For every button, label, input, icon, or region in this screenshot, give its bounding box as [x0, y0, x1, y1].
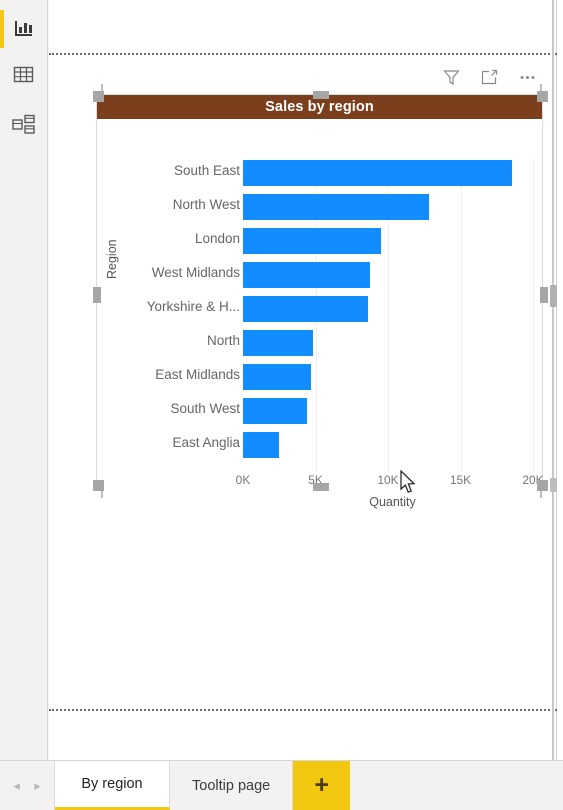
bar[interactable]	[243, 432, 279, 458]
model-relationships-icon	[12, 114, 36, 136]
bar-row[interactable]: North West	[97, 194, 542, 220]
bar-row[interactable]: North	[97, 330, 542, 356]
category-label: North	[206, 333, 240, 348]
resize-handle-top[interactable]	[313, 91, 329, 99]
bar-chart-icon	[13, 18, 35, 40]
bar[interactable]	[243, 228, 381, 254]
power-bi-report-window: Sales by region Region South East North W…	[0, 0, 563, 810]
canvas-vertical-scrollbar[interactable]	[549, 0, 557, 760]
tab-next-arrow-icon[interactable]: ▸	[34, 778, 41, 794]
plus-icon: +	[314, 771, 329, 799]
x-tick-label: 0K	[235, 473, 251, 487]
filter-funnel-icon[interactable]	[440, 66, 462, 88]
bar[interactable]	[243, 364, 311, 390]
page-tab-tooltip-page[interactable]: Tooltip page	[170, 761, 294, 810]
category-label: East Midlands	[155, 367, 240, 382]
bar-chart-visual[interactable]: Sales by region Region South East North W…	[93, 91, 548, 509]
scrollbar-thumb[interactable]	[550, 285, 557, 307]
category-label: East Anglia	[172, 435, 240, 450]
x-tick-label: 10K	[377, 473, 399, 487]
resize-handle-left[interactable]	[93, 287, 101, 303]
bar-row[interactable]: South West	[97, 398, 542, 424]
focus-mode-icon[interactable]	[478, 66, 500, 88]
scrollbar-track	[552, 0, 554, 760]
tabbar-spacer	[350, 761, 563, 810]
bar-row[interactable]: South East	[97, 160, 542, 186]
sidebar-item-model-view[interactable]	[0, 100, 48, 150]
category-label: London	[194, 231, 240, 246]
bar-rows: South East North West London West Midlands Y…	[97, 119, 542, 458]
bar-row[interactable]: West Midlands	[97, 262, 542, 288]
bar[interactable]	[243, 398, 307, 424]
tab-prev-arrow-icon[interactable]: ◂	[13, 778, 20, 794]
category-label: North West	[172, 197, 240, 212]
more-options-ellipsis-icon[interactable]	[516, 66, 538, 88]
bar-row[interactable]: Yorkshire & H...	[97, 296, 542, 322]
category-label: South East	[173, 163, 240, 178]
bar-row[interactable]: East Anglia	[97, 432, 542, 458]
bar[interactable]	[243, 330, 313, 356]
page-tab-bar: ◂ ▸ By region Tooltip page +	[0, 760, 563, 810]
category-label: Yorkshire & H...	[146, 299, 240, 314]
canvas-right-gutter	[557, 0, 563, 760]
resize-handle-top-right[interactable]	[537, 91, 548, 102]
scrollbar-thumb-secondary[interactable]	[550, 478, 557, 492]
visual-header-toolbar	[440, 66, 538, 88]
bar[interactable]	[243, 262, 370, 288]
page-tabs: By region Tooltip page	[55, 761, 294, 810]
resize-handle-bottom-right[interactable]	[537, 480, 548, 491]
bar[interactable]	[243, 160, 512, 186]
sidebar-item-report-view[interactable]	[0, 4, 48, 54]
sidebar-item-data-view[interactable]	[0, 50, 48, 100]
table-grid-icon	[13, 65, 35, 85]
x-tick-label: 15K	[449, 473, 472, 487]
view-switcher-rail	[0, 0, 48, 760]
resize-handle-bottom[interactable]	[313, 483, 329, 491]
bar[interactable]	[243, 194, 429, 220]
resize-handle-bottom-left[interactable]	[93, 480, 104, 491]
bar-row[interactable]: East Midlands	[97, 364, 542, 390]
bar-row[interactable]: London	[97, 228, 542, 254]
canvas-guide-bottom	[49, 709, 557, 711]
category-label: South West	[170, 401, 240, 416]
plot-area[interactable]: Region South East North West London West Mi…	[97, 119, 544, 509]
category-label: West Midlands	[151, 265, 240, 280]
canvas-guide-top	[49, 53, 557, 55]
resize-handle-right[interactable]	[540, 287, 548, 303]
tab-nav-arrows: ◂ ▸	[0, 761, 55, 810]
x-axis-title: Quantity	[369, 495, 416, 509]
resize-handle-top-left[interactable]	[93, 91, 104, 102]
page-tab-by-region[interactable]: By region	[55, 761, 170, 810]
bar[interactable]	[243, 296, 368, 322]
add-page-button[interactable]: +	[293, 761, 351, 810]
